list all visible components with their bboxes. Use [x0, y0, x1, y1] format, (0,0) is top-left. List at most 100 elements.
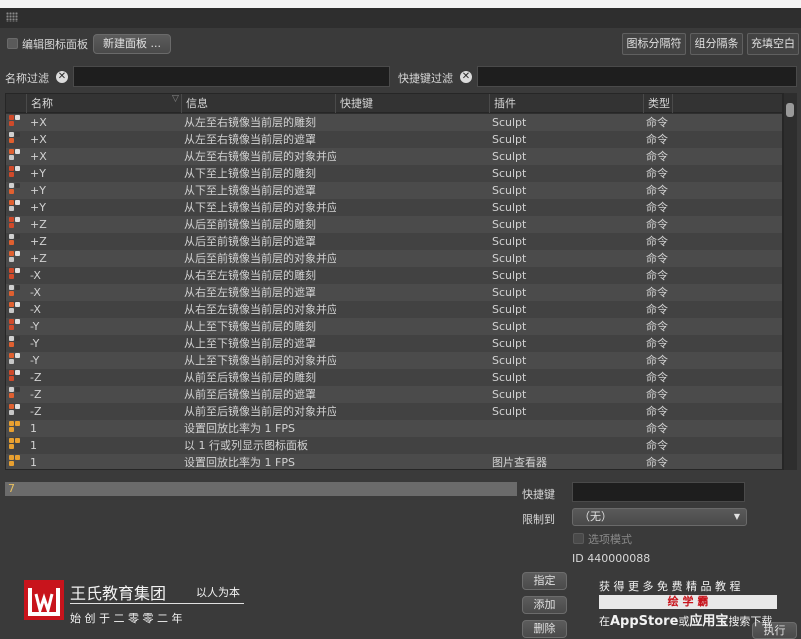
row-type: 命令 [646, 354, 668, 367]
fill-blank-button[interactable]: 充填空白 [747, 33, 799, 55]
table-row[interactable]: 1 设置回放比率为 1 FPS 命令 [6, 420, 782, 437]
table-row[interactable]: +Z 从后至前镜像当前层的雕刻 Sculpt 命令 [6, 216, 782, 233]
limit-select[interactable]: （无） ▼ [572, 508, 747, 526]
table-row[interactable]: -X 从右至左镜像当前层的雕刻 Sculpt 命令 [6, 267, 782, 284]
clear-shortcut-filter-icon[interactable]: ✕ [460, 71, 472, 83]
table-row[interactable]: -Z 从前至后镜像当前层的雕刻 Sculpt 命令 [6, 369, 782, 386]
table-body: +X 从左至右镜像当前层的雕刻 Sculpt 命令 +X 从左至右镜像当前层的遮罩 Scul… [6, 114, 782, 469]
row-info: 从前至后镜像当前层的遮罩 [184, 388, 316, 401]
table-row[interactable]: +Y 从下至上镜像当前层的对象并应 Sculpt 命令 [6, 199, 782, 216]
row-info: 从上至下镜像当前层的对象并应 [184, 354, 336, 367]
col-name-header[interactable]: 名称 [26, 94, 181, 113]
row-name: +Z [30, 218, 47, 231]
col-type-header[interactable]: 类型 [643, 94, 673, 113]
edit-panel-checkbox[interactable] [7, 38, 18, 49]
col-plugin-header[interactable]: 插件 [489, 94, 643, 113]
row-type: 命令 [646, 320, 668, 333]
row-plugin: Sculpt [492, 337, 527, 350]
group-separator-button[interactable]: 组分隔条 [690, 33, 743, 55]
table-row[interactable]: -Y 从上至下镜像当前层的雕刻 Sculpt 命令 [6, 318, 782, 335]
shortcut-label: 快捷键 [522, 488, 555, 501]
clear-name-filter-icon[interactable]: ✕ [56, 71, 68, 83]
row-name: +Y [30, 167, 46, 180]
col-shortcut-header[interactable]: 快捷键 [335, 94, 489, 113]
table-header: 名称 ▽ 信息 快捷键 插件 类型 [6, 94, 782, 113]
add-button[interactable]: 添加 [522, 596, 567, 614]
icon-separator-button[interactable]: 图标分隔符 [622, 33, 686, 55]
row-plugin: Sculpt [492, 184, 527, 197]
window-top-strip [0, 0, 801, 8]
table-row[interactable]: -Z 从前至后镜像当前层的遮罩 Sculpt 命令 [6, 386, 782, 403]
row-name: -X [30, 303, 41, 316]
option-mode-checkbox[interactable] [573, 533, 584, 544]
chevron-down-icon: ▼ [733, 512, 740, 521]
row-name: -Y [30, 337, 40, 350]
row-type: 命令 [646, 252, 668, 265]
table-row[interactable]: +X 从左至右镜像当前层的雕刻 Sculpt 命令 [6, 114, 782, 131]
selected-value: 7 [5, 482, 517, 496]
row-plugin: Sculpt [492, 150, 527, 163]
command-obj-icon [9, 404, 21, 419]
row-info: 从右至左镜像当前层的对象并应 [184, 303, 336, 316]
table-row[interactable]: -Y 从上至下镜像当前层的遮罩 Sculpt 命令 [6, 335, 782, 352]
table-row[interactable]: -Z 从前至后镜像当前层的对象并应 Sculpt 命令 [6, 403, 782, 420]
shortcut-input[interactable] [572, 482, 745, 502]
row-type: 命令 [646, 133, 668, 146]
row-name: -Y [30, 320, 40, 333]
row-type: 命令 [646, 167, 668, 180]
row-plugin: Sculpt [492, 218, 527, 231]
row-plugin: Sculpt [492, 235, 527, 248]
row-plugin: Sculpt [492, 116, 527, 129]
command-mask-icon [9, 183, 21, 198]
table-row[interactable]: -Y 从上至下镜像当前层的对象并应 Sculpt 命令 [6, 352, 782, 369]
command-obj-icon [9, 353, 21, 368]
table-scrollbar[interactable] [783, 93, 797, 470]
row-plugin: Sculpt [492, 371, 527, 384]
row-plugin: Sculpt [492, 320, 527, 333]
shortcut-filter-input[interactable] [477, 66, 797, 87]
row-name: +X [30, 133, 47, 146]
row-info: 从上至下镜像当前层的遮罩 [184, 337, 316, 350]
promo-tail: 搜索下载 [728, 615, 773, 628]
row-info: 设置回放比率为 1 FPS [184, 456, 295, 469]
table-row[interactable]: +X 从左至右镜像当前层的遮罩 Sculpt 命令 [6, 131, 782, 148]
row-name: -Z [30, 388, 42, 401]
table-row[interactable]: +Y 从下至上镜像当前层的雕刻 Sculpt 命令 [6, 165, 782, 182]
row-type: 命令 [646, 218, 668, 231]
table-row[interactable]: 1 以 1 行或列显示图标面板 命令 [6, 437, 782, 454]
row-type: 命令 [646, 150, 668, 163]
row-name: +Y [30, 184, 46, 197]
row-info: 从后至前镜像当前层的对象并应 [184, 252, 336, 265]
brand-since: 始 创 于 二 零 零 二 年 [70, 612, 183, 625]
promo-badge: 绘 学 霸 [599, 595, 777, 609]
command-obj-icon [9, 149, 21, 164]
row-info: 从前至后镜像当前层的对象并应 [184, 405, 336, 418]
row-plugin: Sculpt [492, 133, 527, 146]
name-filter-input[interactable] [73, 66, 390, 87]
row-plugin: Sculpt [492, 201, 527, 214]
brand-motto: 以人为本 [196, 586, 240, 599]
new-panel-button[interactable]: 新建面板 ... [93, 34, 171, 54]
table-row[interactable]: +X 从左至右镜像当前层的对象并应 Sculpt 命令 [6, 148, 782, 165]
table-row[interactable]: 1 设置回放比率为 1 FPS 图片查看器 命令 [6, 454, 782, 469]
row-type: 命令 [646, 303, 668, 316]
table-row[interactable]: -X 从右至左镜像当前层的遮罩 Sculpt 命令 [6, 284, 782, 301]
table-row[interactable]: +Z 从后至前镜像当前层的对象并应 Sculpt 命令 [6, 250, 782, 267]
promo-bottom-pre: 在 [599, 615, 610, 628]
row-info: 从左至右镜像当前层的雕刻 [184, 116, 316, 129]
promo-bottom: 在AppStore或应用宝搜索下载 [599, 610, 772, 629]
command-fps-icon [9, 421, 21, 436]
panel-grip-icon[interactable] [6, 12, 18, 22]
table-row[interactable]: -X 从右至左镜像当前层的对象并应 Sculpt 命令 [6, 301, 782, 318]
row-type: 命令 [646, 439, 668, 452]
delete-button[interactable]: 删除 [522, 620, 567, 638]
col-info-header[interactable]: 信息 [181, 94, 335, 113]
command-mask-icon [9, 285, 21, 300]
row-info: 设置回放比率为 1 FPS [184, 422, 295, 435]
table-row[interactable]: +Y 从下至上镜像当前层的遮罩 Sculpt 命令 [6, 182, 782, 199]
assign-button[interactable]: 指定 [522, 572, 567, 590]
scrollbar-thumb[interactable] [786, 103, 794, 117]
row-plugin: Sculpt [492, 252, 527, 265]
brand-logo [24, 580, 64, 620]
table-row[interactable]: +Z 从后至前镜像当前层的遮罩 Sculpt 命令 [6, 233, 782, 250]
